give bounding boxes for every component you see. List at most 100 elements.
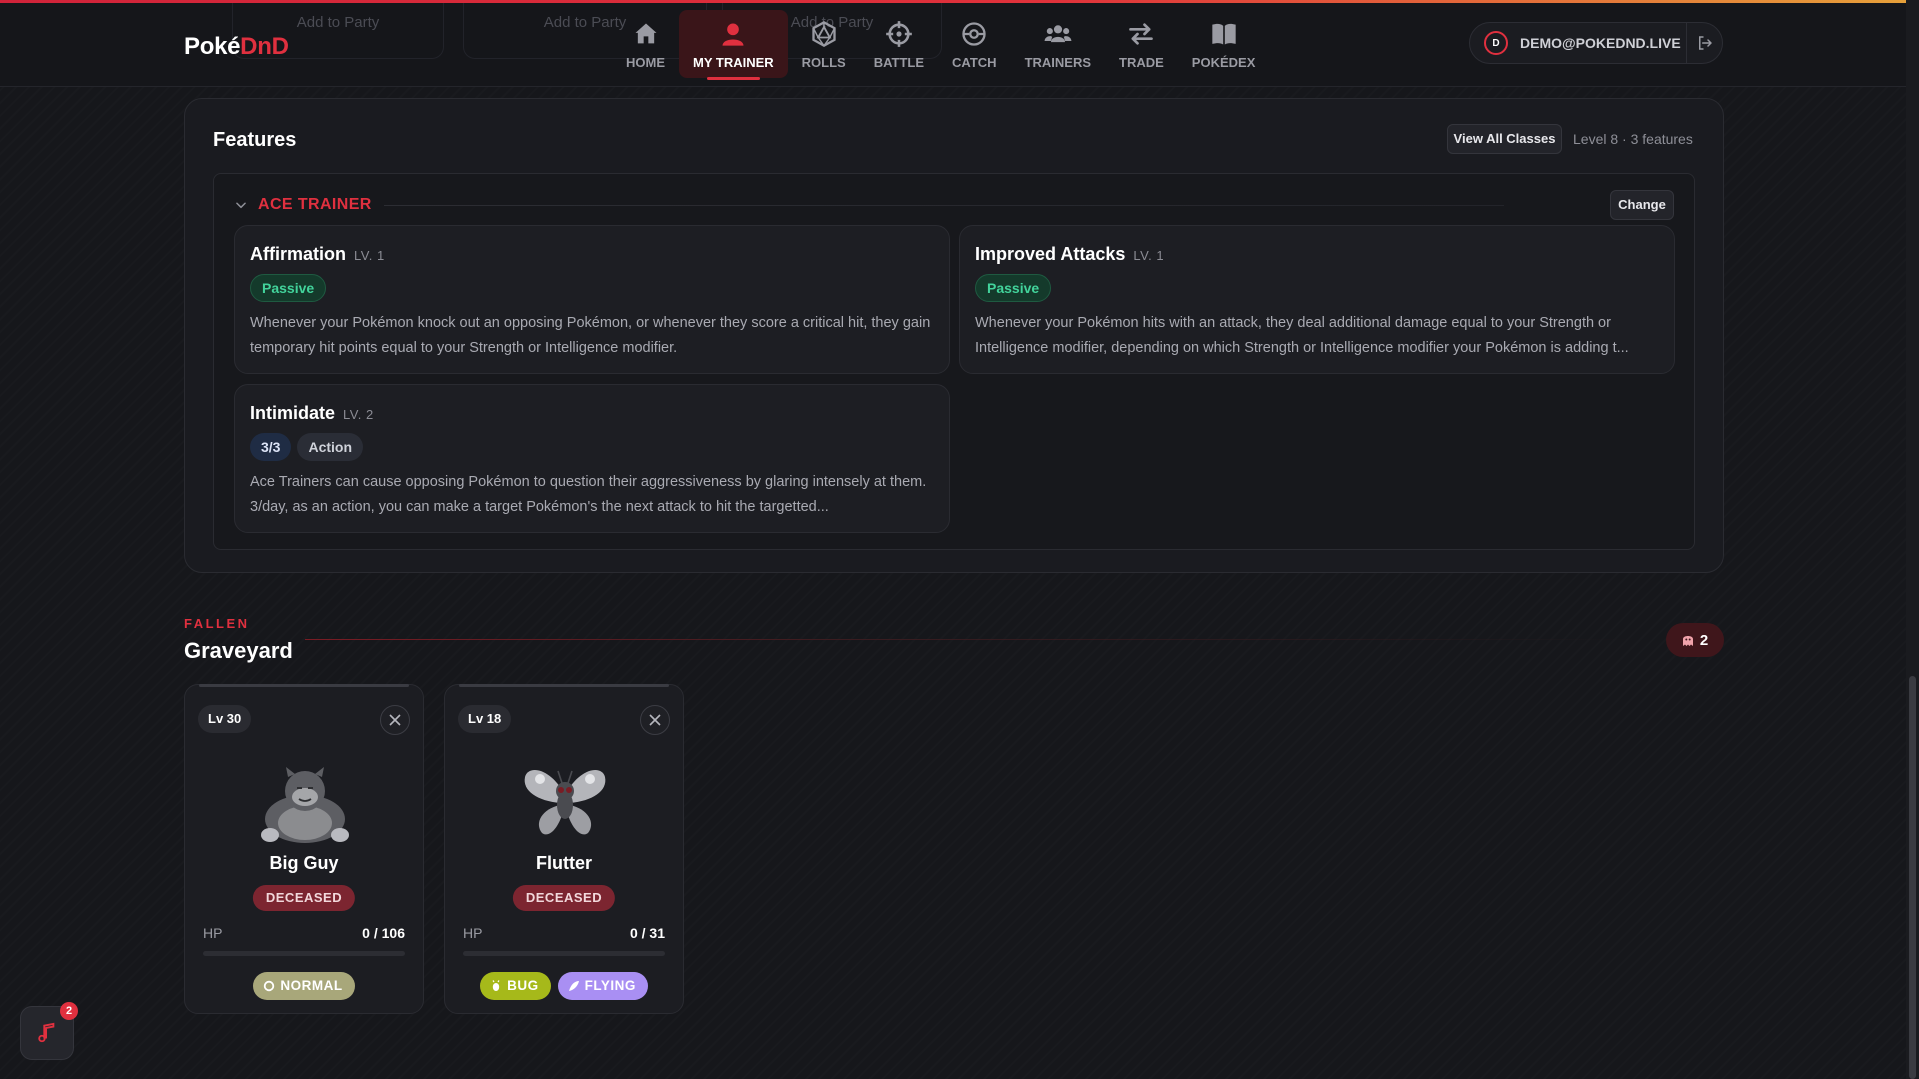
flying-type-icon [568,981,579,991]
passive-tag: Passive [975,274,1052,302]
pokeball-icon [962,22,986,46]
nav-home[interactable]: HOME [612,10,679,78]
type-list: BUG FLYING [445,972,683,1000]
graveyard-count-badge: 2 [1666,623,1724,657]
type-list: NORMAL [185,972,423,1000]
crosshair-icon [886,21,912,47]
feature-card[interactable]: Intimidate LV. 2 3/3 Action Ace Trainers … [234,384,950,533]
feature-name: Improved Attacks LV. 1 [975,244,1164,265]
close-icon [649,714,661,726]
type-badge: BUG [480,972,551,1000]
graveyard-title: Graveyard [184,638,293,663]
feature-description: Whenever your Pokémon knock out an oppos… [250,315,931,356]
logo-text: Poké [184,33,241,60]
count-value: 2 [1699,631,1709,649]
level-info: Level 8 · 3 features [1573,131,1693,147]
feature-card[interactable]: Improved Attacks LV. 1 Passive Whenever y… [959,225,1675,374]
features-card: Features View All Classes Level 8 · 3 fe… [184,98,1724,573]
nav-label: MY TRAINER [693,55,774,70]
action-tag: Action [297,433,364,461]
nav-label: POKÉDEX [1191,55,1256,70]
feature-name: Intimidate LV. 2 [250,403,374,424]
level-badge: Lv 18 [458,705,512,733]
view-all-classes-button[interactable]: View All Classes [1447,124,1562,154]
nav-pokedex[interactable]: POKÉDEX [1178,10,1270,78]
dice-icon [812,20,836,48]
hp-label: HP [463,925,483,941]
butterfree-sprite [524,770,606,835]
scrollbar[interactable] [1906,0,1919,1079]
scrollbar-thumb[interactable] [1909,676,1916,1079]
feature-name-text: Improved Attacks [975,244,1126,264]
class-section: ACE TRAINER Change Affirmation LV. 1 Pass… [213,173,1695,550]
nav-battle[interactable]: BATTLE [860,10,938,78]
nav-label: HOME [626,55,665,70]
nav-label: TRADE [1119,55,1164,70]
divider [1686,23,1687,63]
nav-rolls[interactable]: ROLLS [788,10,860,78]
remove-button[interactable] [640,705,670,735]
nav-catch[interactable]: CATCH [938,10,1011,78]
nav-label: ROLLS [801,55,846,70]
trainer-icon [722,23,744,46]
uses-tag: 3/3 [250,433,292,461]
hp-bar [463,951,665,956]
home-icon [635,23,656,44]
feature-card[interactable]: Affirmation LV. 1 Passive Whenever your P… [234,225,950,374]
nav-menu: HOME MY TRAINER ROLLS BATTLE CATCH TRAIN… [612,10,1270,80]
feature-tags: Passive [250,274,327,302]
close-icon [389,714,401,726]
change-class-button[interactable]: Change [1610,190,1674,220]
remove-button[interactable] [380,705,410,735]
hp-label: HP [203,925,223,941]
snorlax-sprite [261,767,349,843]
pokemon-card[interactable]: Lv 18 Flutter DECEASED HP 0 / 31 BUG FLY… [444,684,684,1014]
features-title: Features [213,129,297,151]
music-note-icon [38,1022,55,1043]
divider [305,639,1645,640]
feature-name-text: Intimidate [250,403,336,423]
status-badge: DECEASED [512,885,616,911]
passive-tag: Passive [250,274,327,302]
feature-name: Affirmation LV. 1 [250,244,385,265]
notification-badge: 2 [60,1002,78,1020]
status-badge: DECEASED [252,885,356,911]
type-label: FLYING [584,978,636,993]
type-label: NORMAL [280,978,343,993]
type-badge: FLYING [557,972,648,1000]
top-navbar: Add to Party Add to Party Add to Party P… [0,3,1906,87]
feature-level: LV. 2 [343,407,374,422]
nav-trainers[interactable]: TRAINERS [1011,10,1105,78]
bug-type-icon [492,980,500,991]
section-eyebrow: FALLEN [184,616,250,631]
nav-my-trainer[interactable]: MY TRAINER [679,10,788,80]
logo-accent-text: DnD [240,33,289,60]
pokemon-card[interactable]: Lv 30 Big Guy DECEASED HP 0 / 106 NORMAL [184,684,424,1014]
feature-name-text: Affirmation [250,244,346,264]
book-icon [1211,23,1236,45]
nav-label: BATTLE [873,55,925,70]
divider [384,205,1504,206]
hp-value: 0 / 106 [362,925,405,941]
app-logo[interactable]: PokéDnD [184,33,289,61]
feature-tags: 3/3 Action [250,433,364,461]
hp-value: 0 / 31 [629,925,665,941]
pokemon-name: Flutter [536,853,592,873]
swap-icon [1129,23,1154,45]
feature-level: LV. 1 [354,248,385,263]
feature-tags: Passive [975,274,1052,302]
normal-type-icon [264,980,275,992]
chevron-down-icon[interactable] [234,198,248,212]
feature-description: Ace Trainers can cause opposing Pokémon … [250,474,927,515]
logout-icon[interactable] [1696,34,1714,52]
nav-trade[interactable]: TRADE [1105,10,1178,78]
user-menu[interactable]: D DEMO@POKEDND.LIVE [1469,22,1723,64]
level-badge: Lv 30 [198,705,252,733]
feature-description: Whenever your Pokémon hits with an attac… [975,315,1629,356]
avatar: D [1484,31,1508,55]
pokemon-name: Big Guy [269,853,339,873]
nav-label: CATCH [952,55,997,70]
type-label: BUG [507,978,539,993]
hp-bar [203,951,405,956]
class-name[interactable]: ACE TRAINER [258,196,372,214]
